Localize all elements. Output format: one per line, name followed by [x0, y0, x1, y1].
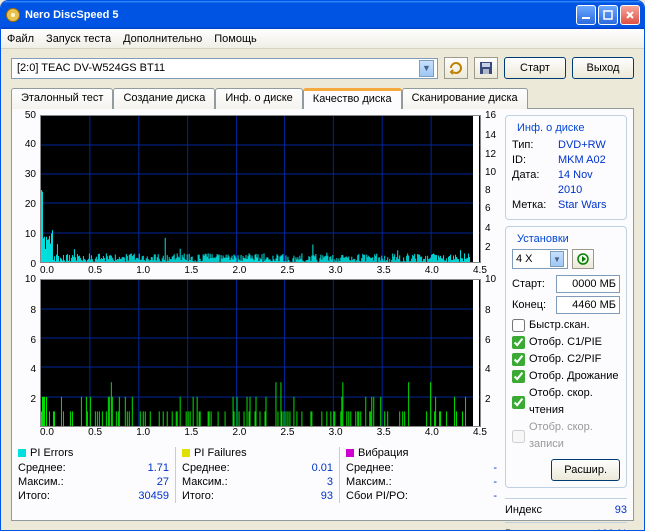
chart1-right-axis: 246810121416 — [483, 115, 497, 265]
chk-c2pif[interactable]: Отобр. C2/PIF — [512, 351, 620, 368]
save-button[interactable] — [474, 57, 498, 79]
close-button[interactable] — [620, 5, 640, 25]
legend-jitter-title: Вибрация — [358, 447, 408, 459]
chevron-down-icon: ▼ — [419, 60, 434, 77]
toolbar: [2:0] TEAC DV-W524GS BT11 ▼ Старт Выход — [1, 49, 644, 85]
chk-quickscan[interactable]: Быстр.скан. — [512, 317, 620, 334]
chart-area: 01020304050 246810121416 — [18, 115, 497, 514]
legend-pie: PI Errors Среднее:1.71 Максим.:27 Итого:… — [18, 447, 169, 503]
tab-panel: 01020304050 246810121416 — [11, 108, 634, 521]
tab-scan-disc[interactable]: Сканирование диска — [402, 88, 528, 109]
chk-c1pie[interactable]: Отобр. C1/PIE — [512, 334, 620, 351]
legend-pie-title: PI Errors — [30, 447, 73, 459]
legend: PI Errors Среднее:1.71 Максим.:27 Итого:… — [18, 447, 497, 503]
menu-runtest[interactable]: Запуск теста — [46, 33, 111, 45]
settings-title: Установки — [514, 233, 572, 245]
chk-jitter[interactable]: Отобр. Дрожание — [512, 368, 620, 385]
settings-group: Установки 4 X ▼ Старт:0000 МБ Конец:4460… — [505, 226, 627, 488]
disc-date: 14 Nov 2010 — [558, 168, 620, 198]
tab-disc-quality[interactable]: Качество диска — [303, 88, 402, 109]
chart2-left-axis: 246810 — [18, 279, 38, 427]
end-input[interactable]: 4460 МБ — [556, 296, 620, 314]
speed-apply-button[interactable] — [572, 249, 594, 269]
advanced-button[interactable]: Расшир. — [551, 459, 620, 481]
chart1-left-axis: 01020304050 — [18, 115, 38, 265]
discinfo-group: Инф. о диске Тип:DVD+RW ID:MKM A02 Дата:… — [505, 115, 627, 220]
menu-file[interactable]: Файл — [7, 33, 34, 45]
minimize-button[interactable] — [576, 5, 596, 25]
disc-id: MKM A02 — [558, 153, 606, 168]
window-title: Nero DiscSpeed 5 — [25, 9, 576, 21]
tab-disc-info[interactable]: Инф. о диске — [215, 88, 302, 109]
chk-readspeed[interactable]: Отобр. скор. чтения — [512, 385, 620, 419]
start-input[interactable]: 0000 МБ — [556, 275, 620, 293]
progress-stats: Индекс93 Выполнено:100 % Положение:4459 … — [505, 494, 627, 531]
chk-writespeed: Отобр. скор. записи — [512, 419, 620, 453]
progress-percent: 100 % — [596, 527, 627, 531]
disc-label: Star Wars — [558, 198, 607, 213]
tab-benchmark[interactable]: Эталонный тест — [11, 88, 113, 109]
start-button[interactable]: Старт — [504, 57, 566, 79]
refresh-button[interactable] — [444, 57, 468, 79]
app-window: Nero DiscSpeed 5 Файл Запуск теста Допол… — [0, 0, 645, 531]
titlebar[interactable]: Nero DiscSpeed 5 — [1, 1, 644, 29]
legend-pif-title: PI Failures — [194, 447, 247, 459]
drive-select-text: [2:0] TEAC DV-W524GS BT11 — [15, 62, 419, 74]
legend-jitter: Вибрация Среднее:- Максим.:- Сбои PI/PO:… — [339, 447, 497, 503]
app-icon — [5, 7, 21, 23]
tab-strip: Эталонный тест Создание диска Инф. о дис… — [1, 87, 644, 108]
pie-chart — [40, 115, 481, 263]
disc-type: DVD+RW — [558, 138, 606, 153]
menu-help[interactable]: Помощь — [214, 33, 257, 45]
discinfo-title: Инф. о диске — [514, 122, 587, 134]
maximize-button[interactable] — [598, 5, 618, 25]
chart2-x-axis: 0.00.51.01.52.02.53.03.54.04.5 — [18, 427, 497, 441]
menu-extra[interactable]: Дополнительно — [123, 33, 202, 45]
menubar: Файл Запуск теста Дополнительно Помощь — [1, 29, 644, 49]
speed-select[interactable]: 4 X ▼ — [512, 249, 568, 269]
chevron-down-icon: ▼ — [550, 251, 564, 267]
side-panel: Инф. о диске Тип:DVD+RW ID:MKM A02 Дата:… — [497, 115, 627, 514]
chart1-x-axis: 0.00.51.01.52.02.53.03.54.04.5 — [18, 265, 497, 279]
legend-pif: PI Failures Среднее:0.01 Максим.:3 Итого… — [175, 447, 333, 503]
exit-button[interactable]: Выход — [572, 57, 634, 79]
quality-index: 93 — [615, 503, 627, 518]
drive-select[interactable]: [2:0] TEAC DV-W524GS BT11 ▼ — [11, 58, 438, 79]
chart2-right-axis: 246810 — [483, 279, 497, 427]
pif-chart — [40, 279, 481, 427]
tab-create-disc[interactable]: Создание диска — [113, 88, 215, 109]
